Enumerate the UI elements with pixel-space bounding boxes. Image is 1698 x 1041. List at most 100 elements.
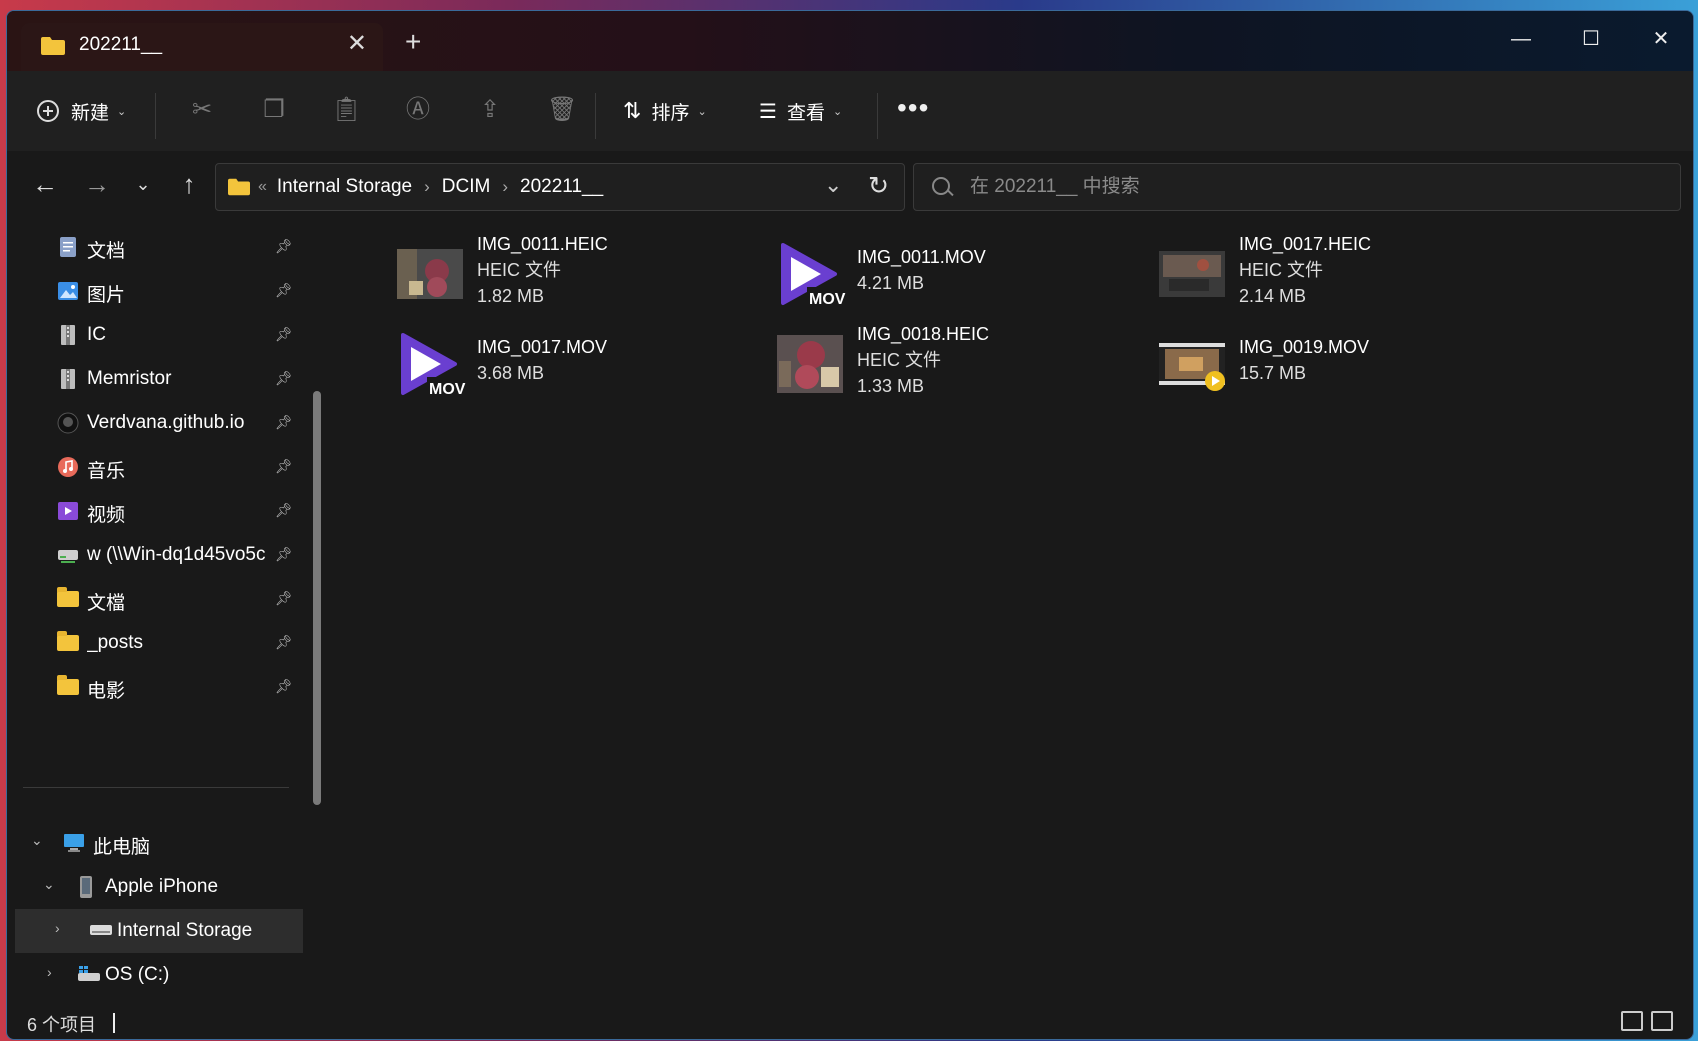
close-tab-button[interactable]: ✕ (347, 29, 367, 58)
pin-icon[interactable]: 📌︎ (275, 326, 293, 343)
mov-badge: MOV (809, 291, 846, 308)
address-dropdown-chevron-icon[interactable]: ⌄ (824, 172, 842, 198)
copy-icon[interactable]: ❐ (259, 95, 289, 125)
tree-item-internal-storage[interactable]: › Internal Storage (15, 909, 303, 953)
pin-icon[interactable]: 📌︎ (275, 546, 293, 563)
sidebar-item-pictures[interactable]: 图片 📌︎ (7, 269, 303, 313)
file-item-img-0017-mov[interactable]: MOV IMG_0017.MOV 3.68 MB (397, 321, 757, 409)
folder-icon (57, 631, 79, 651)
tree-label-apple-iphone: Apple iPhone (105, 876, 219, 897)
breadcrumb-202211[interactable]: 202211__ (520, 176, 603, 198)
sidebar-item-videos[interactable]: 视频 📌︎ (7, 489, 303, 533)
file-type: HEIC 文件 (1239, 260, 1324, 280)
chevron-down-icon[interactable]: ⌄ (31, 832, 43, 849)
breadcrumb-internal-storage[interactable]: Internal Storage (277, 176, 412, 198)
sidebar-item-documents[interactable]: 文档 📌︎ (7, 225, 303, 269)
pin-icon[interactable]: 📌︎ (275, 414, 293, 431)
chevron-down-icon: ⌄ (117, 105, 127, 118)
delete-icon[interactable]: 🗑︎ (547, 95, 577, 125)
details-view-icon[interactable] (1621, 1011, 1643, 1031)
file-item-img-0011-heic[interactable]: IMG_0011.HEIC HEIC 文件 1.82 MB (397, 231, 757, 319)
close-button[interactable]: ✕ (1641, 19, 1681, 59)
file-item-img-0019-mov[interactable]: IMG_0019.MOV 15.7 MB (1159, 321, 1519, 409)
tree-label-os-c: OS (C:) (105, 964, 170, 985)
tree-item-apple-iphone[interactable]: ⌄ Apple iPhone (7, 865, 303, 909)
share-icon[interactable]: ⇪ (475, 95, 505, 125)
sidebar-item-verdvana-github-io[interactable]: Verdvana.github.io 📌︎ (7, 401, 303, 445)
sidebar-item-music[interactable]: 音乐 📌︎ (7, 445, 303, 489)
text-cursor (113, 1013, 115, 1033)
cut-icon[interactable]: ✂ (187, 95, 217, 125)
forward-arrow-icon[interactable]: → (79, 166, 115, 202)
new-button-label: 新建 (71, 102, 110, 124)
sort-label: 排序 (651, 102, 690, 124)
divider (877, 93, 878, 139)
more-options-button[interactable]: ••• (897, 93, 929, 123)
status-bar: 6 个项目 (7, 1005, 1693, 1039)
new-tab-button[interactable]: + (405, 28, 421, 56)
pin-icon[interactable]: 📌︎ (275, 238, 293, 255)
address-bar[interactable]: « Internal Storage › DCIM › 202211__ ⌄ ↻ (215, 163, 905, 211)
drive-icon (90, 925, 112, 935)
sort-icon: ⇅ (623, 98, 642, 123)
maximize-button[interactable]: ☐ (1571, 19, 1611, 59)
tree-item-os-c[interactable]: › OS (C:) (7, 953, 303, 997)
sidebar-item-movies[interactable]: 电影 📌︎ (7, 665, 303, 709)
breadcrumb-dcim[interactable]: DCIM (442, 176, 491, 198)
sidebar-item-label: 音乐 (87, 461, 126, 482)
sidebar-item-posts[interactable]: _posts 📌︎ (7, 621, 303, 665)
folder-icon (57, 675, 79, 695)
file-name: IMG_0018.HEIC (857, 324, 990, 344)
sort-button[interactable]: ⇅ 排序 ⌄ (623, 91, 707, 131)
file-type: HEIC 文件 (477, 260, 562, 280)
pin-icon[interactable]: 📌︎ (275, 502, 293, 519)
chevron-right-icon[interactable]: › (47, 964, 52, 980)
paste-icon[interactable]: 📋︎ (331, 95, 361, 125)
file-item-img-0017-heic[interactable]: IMG_0017.HEIC HEIC 文件 2.14 MB (1159, 231, 1519, 319)
tree-item-this-pc[interactable]: ⌄ 此电脑 (7, 821, 303, 865)
file-item-img-0018-heic[interactable]: IMG_0018.HEIC HEIC 文件 1.33 MB (777, 321, 1137, 409)
pin-icon[interactable]: 📌︎ (275, 282, 293, 299)
file-size: 4.21 MB (857, 273, 925, 293)
folder-icon (228, 178, 250, 196)
zip-icon (61, 369, 75, 389)
large-icons-view-icon[interactable] (1651, 1011, 1673, 1031)
tab-202211[interactable]: 202211__ ✕ (21, 23, 383, 71)
github-icon (57, 412, 79, 434)
rename-icon[interactable]: Ⓐ (403, 95, 433, 125)
up-arrow-icon[interactable]: ↑ (171, 166, 207, 202)
sidebar-item-network-drive[interactable]: w (\\Win-dq1d45vo5c 📌︎ (7, 533, 303, 577)
back-arrow-icon[interactable]: ← (27, 166, 63, 202)
chevron-right-icon[interactable]: › (502, 177, 508, 197)
sidebar-scrollbar[interactable] (313, 391, 321, 805)
pin-icon[interactable]: 📌︎ (275, 590, 293, 607)
new-button[interactable]: 新建 ⌄ (37, 91, 126, 131)
minimize-button[interactable]: — (1501, 19, 1541, 59)
overflow-chevron-icon[interactable]: « (258, 178, 267, 196)
file-item-img-0011-mov[interactable]: MOV IMG_0011.MOV 4.21 MB (777, 231, 1137, 319)
pin-icon[interactable]: 📌︎ (275, 370, 293, 387)
video-thumbnail (1159, 343, 1225, 391)
chevron-right-icon[interactable]: › (424, 177, 430, 197)
chevron-down-icon: ⌄ (832, 105, 843, 118)
recent-locations-chevron-icon[interactable]: ⌄ (125, 166, 161, 202)
view-icon: ☰ (759, 100, 777, 123)
sidebar-item-label: 文檔 (87, 593, 126, 614)
sidebar-item-memristor[interactable]: Memristor 📌︎ (7, 357, 303, 401)
pin-icon[interactable]: 📌︎ (275, 678, 293, 695)
search-box[interactable] (913, 163, 1681, 211)
pin-icon[interactable]: 📌︎ (275, 634, 293, 651)
chevron-right-icon[interactable]: › (55, 920, 60, 936)
refresh-icon[interactable]: ↻ (868, 171, 889, 201)
sidebar-item-folder-wendang[interactable]: 文檔 📌︎ (7, 577, 303, 621)
sidebar-item-ic[interactable]: IC 📌︎ (7, 313, 303, 357)
pin-icon[interactable]: 📌︎ (275, 458, 293, 475)
tree-label-internal-storage: Internal Storage (117, 920, 253, 941)
view-button[interactable]: ☰ 查看 ⌄ (759, 91, 842, 131)
network-drive-icon (58, 550, 78, 563)
videos-icon (58, 502, 78, 520)
documents-icon (60, 237, 76, 257)
chevron-down-icon[interactable]: ⌄ (43, 876, 55, 893)
folder-icon (57, 587, 79, 607)
search-input[interactable] (970, 164, 1650, 210)
